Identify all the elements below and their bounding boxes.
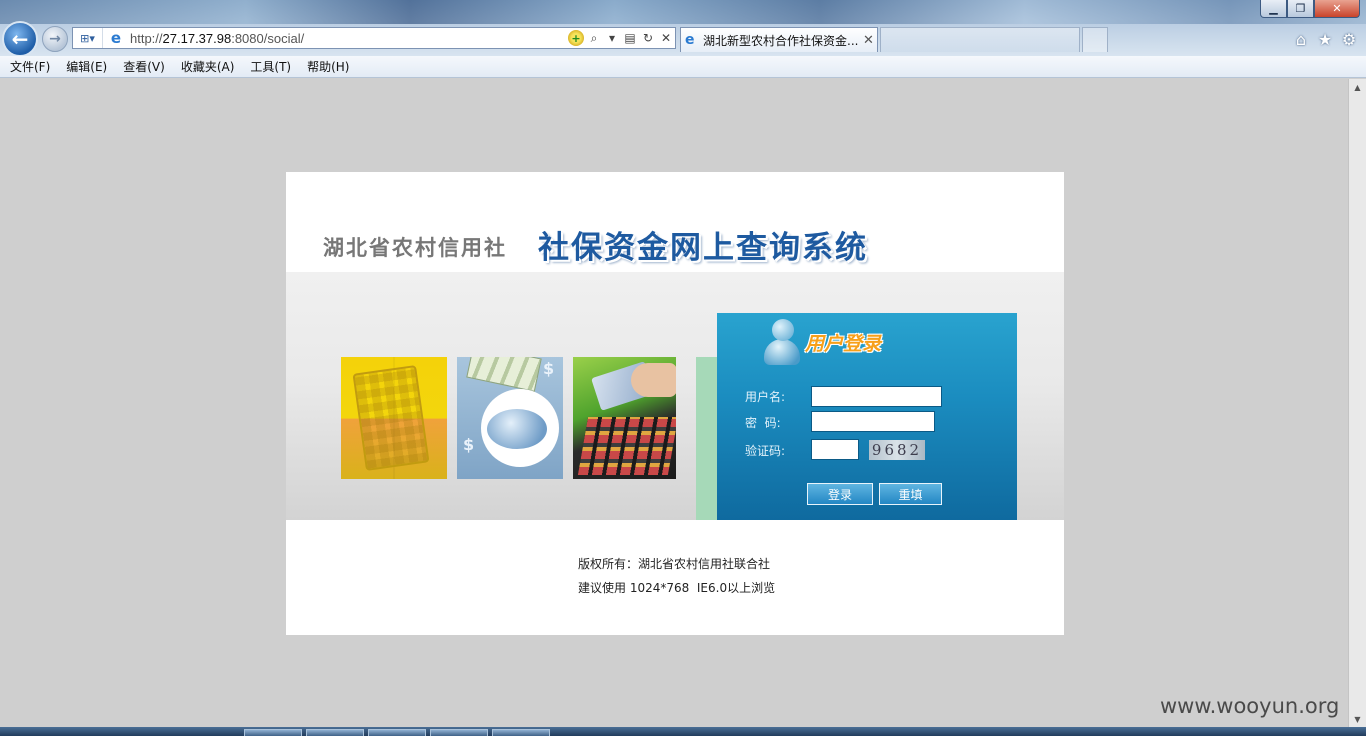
captcha-input[interactable]	[811, 439, 859, 460]
login-panel: 用户登录 用户名: 密 码: 验证码: 9682 登录 重填	[717, 313, 1017, 520]
scroll-down-icon[interactable]: ▼	[1349, 711, 1366, 727]
tab-inactive[interactable]	[880, 27, 1080, 52]
url-text[interactable]: http://27.17.37.98:8080/social/	[130, 31, 567, 46]
add-tab-dropdown[interactable]: ⊞▾	[73, 28, 103, 48]
login-page: 湖北省农村信用社 社保资金网上查询系统 $ $ 用户登录 用户名: 密 码: 验…	[286, 172, 1064, 635]
pos-terminal-photo	[573, 357, 676, 479]
tab-active[interactable]: e 湖北新型农村合作社保资金... ✕	[680, 27, 878, 52]
menu-bar: 文件(F) 编辑(E) 查看(V) 收藏夹(A) 工具(T) 帮助(H)	[0, 56, 1366, 78]
new-tab-button[interactable]	[1082, 27, 1108, 52]
user-body-shape	[764, 339, 800, 365]
tab-close-icon[interactable]: ✕	[863, 33, 877, 48]
forward-button[interactable]: →	[42, 26, 68, 52]
back-button[interactable]: ←	[2, 21, 38, 57]
tab-title: 湖北新型农村合作社保资金...	[703, 33, 859, 48]
page-header: 湖北省农村信用社 社保资金网上查询系统	[286, 172, 1064, 272]
dollar-icon: $	[463, 435, 475, 454]
password-label: 密 码:	[745, 416, 781, 430]
user-icon	[764, 319, 802, 367]
taskbar-button[interactable]	[244, 729, 302, 736]
piggy-bank-icon	[487, 409, 547, 449]
copyright-text: 版权所有：湖北省农村信用社联合社	[578, 557, 771, 571]
search-icon[interactable]: ⌕	[585, 28, 603, 48]
username-label: 用户名:	[745, 390, 786, 404]
menu-view[interactable]: 查看(V)	[115, 58, 173, 75]
address-bar[interactable]: ⊞▾ e http://27.17.37.98:8080/social/ + ⌕…	[72, 27, 676, 49]
maximize-button[interactable]: ❐	[1287, 0, 1314, 18]
compat-view-button[interactable]: +	[567, 28, 585, 48]
taskbar-button[interactable]	[368, 729, 426, 736]
gear-icon[interactable]: ⚙	[1338, 28, 1360, 50]
menu-tools[interactable]: 工具(T)	[242, 58, 299, 75]
login-button[interactable]: 登录	[807, 483, 873, 505]
page-footer: 版权所有：湖北省农村信用社联合社 建议使用 1024*768 IE6.0以上浏览	[286, 520, 1064, 635]
scroll-up-icon[interactable]: ▲	[1349, 79, 1366, 95]
forward-arrow-icon: →	[49, 31, 61, 47]
compat-icon: +	[568, 30, 584, 46]
username-input[interactable]	[811, 386, 942, 407]
menu-edit[interactable]: 编辑(E)	[58, 58, 115, 75]
stop-icon[interactable]: ✕	[657, 28, 675, 48]
compat-page-icon[interactable]: ▤	[621, 28, 639, 48]
ie-page-icon: e	[110, 29, 122, 47]
close-window-button[interactable]: ✕	[1314, 0, 1360, 18]
search-dropdown-icon[interactable]: ▾	[603, 28, 621, 48]
taskbar-button[interactable]	[306, 729, 364, 736]
cash-icon	[466, 357, 542, 392]
keypad-icon	[577, 417, 676, 475]
captcha-label: 验证码:	[745, 444, 786, 458]
browser-recommendation: 建议使用 1024*768 IE6.0以上浏览	[578, 581, 776, 595]
vertical-scrollbar[interactable]: ▲ ▼	[1348, 79, 1366, 727]
user-head-shape	[772, 319, 794, 341]
tab-ie-icon: e	[685, 32, 695, 48]
favorites-star-icon[interactable]: ★	[1314, 28, 1336, 50]
calculator-icon	[352, 365, 430, 471]
watermark: www.wooyun.org	[1160, 694, 1340, 718]
os-taskbar	[0, 727, 1366, 736]
dollar-icon: $	[543, 359, 555, 378]
decorative-strip	[696, 357, 717, 520]
password-input[interactable]	[811, 411, 935, 432]
home-icon[interactable]: ⌂	[1290, 28, 1312, 50]
menu-favorites[interactable]: 收藏夹(A)	[173, 58, 243, 75]
taskbar-button[interactable]	[430, 729, 488, 736]
refresh-icon[interactable]: ↻	[639, 28, 657, 48]
taskbar-button[interactable]	[492, 729, 550, 736]
menu-file[interactable]: 文件(F)	[2, 58, 58, 75]
system-title: 社保资金网上查询系统	[538, 230, 868, 266]
back-arrow-icon: ←	[11, 27, 29, 51]
org-name: 湖北省农村信用社	[323, 235, 507, 260]
minimize-button[interactable]: ▁	[1260, 0, 1287, 18]
reset-button[interactable]: 重填	[879, 483, 942, 505]
captcha-image[interactable]: 9682	[869, 440, 925, 460]
hand-icon	[631, 363, 676, 397]
calculator-photo	[341, 357, 447, 479]
menu-help[interactable]: 帮助(H)	[299, 58, 357, 75]
piggy-bank-photo: $ $	[457, 357, 563, 479]
login-title: 用户登录	[805, 333, 882, 355]
window-backdrop	[0, 0, 1366, 24]
